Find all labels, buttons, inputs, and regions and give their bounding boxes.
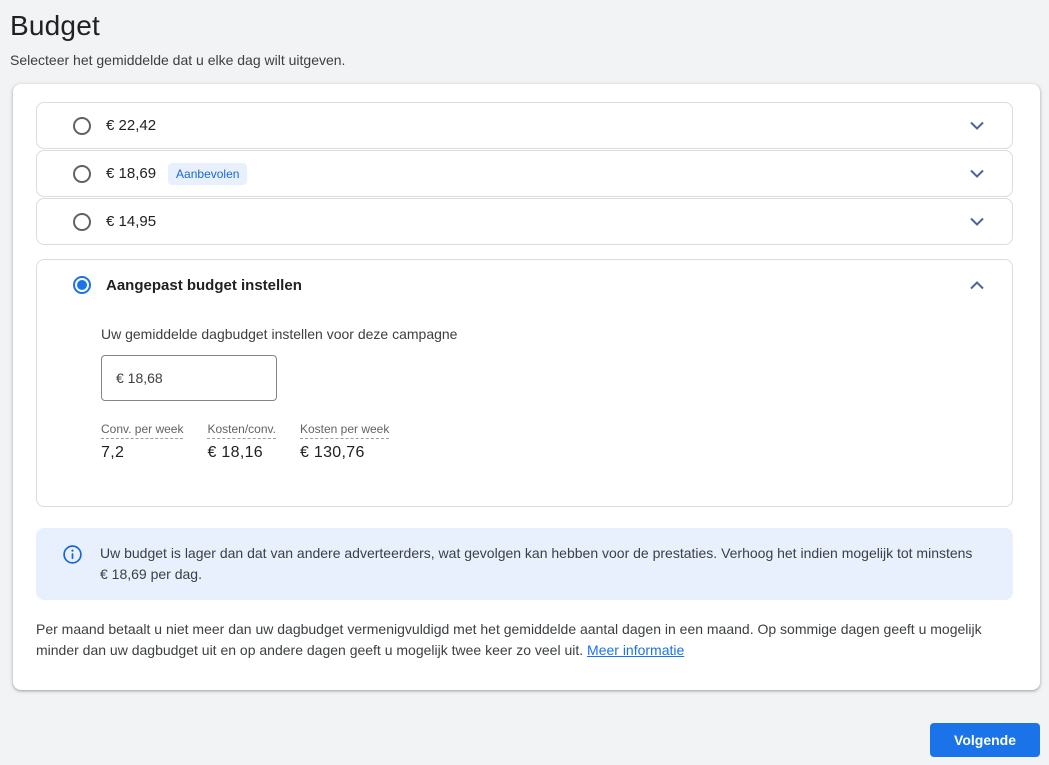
stat-cost-per-week-label[interactable]: Kosten per week <box>299 422 390 439</box>
daily-budget-input[interactable] <box>101 355 277 401</box>
page-header: Budget Selecteer het gemiddelde dat u el… <box>0 0 1049 68</box>
next-button[interactable]: Volgende <box>930 723 1040 757</box>
footnote-text: Per maand betaalt u niet meer dan uw dag… <box>36 621 982 658</box>
custom-budget-body: Uw gemiddelde dagbudget instellen voor d… <box>37 326 1012 462</box>
budget-option-1[interactable]: € 22,42 <box>36 102 1013 149</box>
stat-cost-per-conversion: Kosten/conv. € 18,16 <box>207 420 276 462</box>
budget-warning-banner: Uw budget is lager dan dat van andere ad… <box>36 528 1013 600</box>
custom-budget-option[interactable]: Aangepast budget instellen <box>37 260 1012 310</box>
budget-footnote: Per maand betaalt u niet meer dan uw dag… <box>36 619 1013 661</box>
daily-budget-input-label: Uw gemiddelde dagbudget instellen voor d… <box>101 326 458 342</box>
budget-option-3[interactable]: € 14,95 <box>36 198 1013 245</box>
expand-option-2-button[interactable] <box>964 160 990 187</box>
chevron-down-icon <box>970 214 984 229</box>
stat-conversions-per-week-label[interactable]: Conv. per week <box>101 422 184 439</box>
more-info-link[interactable]: Meer informatie <box>587 642 684 658</box>
collapse-custom-budget-button[interactable] <box>964 272 990 299</box>
budget-option-2-label: € 18,69 <box>106 165 157 182</box>
page-title: Budget <box>10 10 100 41</box>
radio-unchecked-icon[interactable] <box>73 164 91 183</box>
page-subtitle: Selecteer het gemiddelde dat u elke dag … <box>10 52 346 68</box>
custom-budget-option-label: Aangepast budget instellen <box>106 276 302 294</box>
budget-card: € 22,42 € 18,69 Aanbevolen € 14,95 Aange… <box>13 84 1040 690</box>
budget-option-3-label: € 14,95 <box>106 213 157 230</box>
stat-cost-per-conversion-label[interactable]: Kosten/conv. <box>207 422 276 439</box>
stat-cost-per-conversion-value: € 18,16 <box>207 444 263 461</box>
info-icon <box>63 545 82 569</box>
chevron-down-icon <box>970 166 984 181</box>
stat-cost-per-week: Kosten per week € 130,76 <box>299 420 390 462</box>
bottom-bar: Volgende <box>0 690 1049 765</box>
chevron-up-icon <box>970 278 984 293</box>
radio-checked-icon[interactable] <box>73 276 91 294</box>
stat-cost-per-week-value: € 130,76 <box>299 444 365 461</box>
stat-conversions-per-week: Conv. per week 7,2 <box>101 420 184 462</box>
expand-option-3-button[interactable] <box>964 208 990 235</box>
chevron-down-icon <box>970 118 984 133</box>
stat-conversions-per-week-value: 7,2 <box>101 444 125 461</box>
radio-unchecked-icon[interactable] <box>73 212 91 231</box>
expand-option-1-button[interactable] <box>964 112 990 139</box>
radio-unchecked-icon[interactable] <box>73 116 91 135</box>
budget-page: Budget Selecteer het gemiddelde dat u el… <box>0 0 1049 765</box>
budget-option-2[interactable]: € 18,69 Aanbevolen <box>36 150 1013 197</box>
budget-stats: Conv. per week 7,2 Kosten/conv. € 18,16 … <box>101 420 1012 462</box>
recommended-badge: Aanbevolen <box>168 162 248 185</box>
custom-budget-section: Aangepast budget instellen Uw gemiddelde… <box>36 259 1013 507</box>
budget-warning-text: Uw budget is lager dan dat van andere ad… <box>100 545 973 582</box>
budget-option-1-label: € 22,42 <box>106 117 157 134</box>
